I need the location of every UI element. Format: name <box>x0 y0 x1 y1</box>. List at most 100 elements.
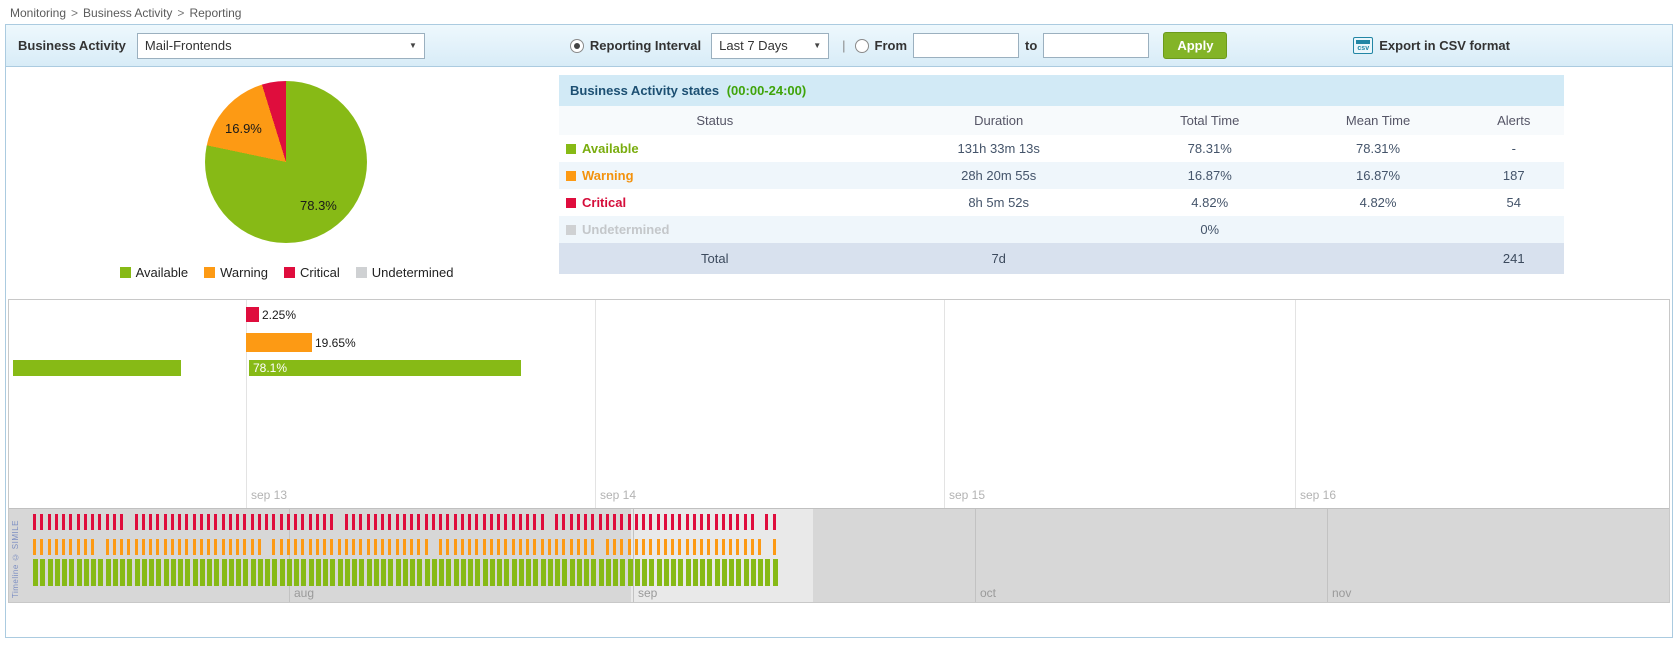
overview-tick-available <box>736 559 741 586</box>
overview-tick-critical <box>156 514 159 530</box>
to-date-input[interactable] <box>1043 33 1149 58</box>
overview-tick-available <box>519 559 524 586</box>
overview-tick-available <box>548 559 553 586</box>
overview-tick-critical <box>475 514 478 530</box>
overview-tick-warning <box>381 539 384 555</box>
custom-period-radio[interactable] <box>855 39 869 53</box>
overview-tick-warning <box>280 539 283 555</box>
overview-tick-critical <box>265 514 268 530</box>
overview-tick-critical <box>657 514 660 530</box>
states-table-title-text: Business Activity states <box>570 83 719 98</box>
mean-time-cell: 16.87% <box>1293 162 1464 189</box>
overview-tick-available <box>367 559 372 586</box>
table-row: Warning28h 20m 55s16.87%16.87%187 <box>559 162 1564 189</box>
overview-tick-available <box>301 559 306 586</box>
column-header-status: Status <box>559 106 871 135</box>
apply-button[interactable]: Apply <box>1163 32 1227 59</box>
status-color-icon <box>566 144 576 154</box>
export-csv-link[interactable]: csv Export in CSV format <box>1353 37 1510 54</box>
overview-tick-critical <box>381 514 384 530</box>
overview-tick-available <box>570 559 575 586</box>
from-date-input[interactable] <box>913 33 1019 58</box>
overview-tick-available <box>127 559 132 586</box>
reporting-interval-radio[interactable] <box>570 39 584 53</box>
legend-color-icon <box>204 267 215 278</box>
overview-tick-available <box>214 559 219 586</box>
overview-tick-warning <box>236 539 239 555</box>
overview-tick-critical <box>33 514 36 530</box>
toolbar-separator: | <box>842 38 845 53</box>
overview-tick-warning <box>736 539 739 555</box>
overview-tick-warning <box>243 539 246 555</box>
overview-tick-critical <box>48 514 51 530</box>
timeline-bar-value: 2.25% <box>262 309 296 321</box>
overview-tick-critical <box>236 514 239 530</box>
overview-tick-critical <box>113 514 116 530</box>
total-time-cell: 78.31% <box>1127 135 1293 162</box>
overview-tick-available <box>243 559 248 586</box>
legend-item-critical: Critical <box>284 265 340 280</box>
overview-tick-available <box>33 559 38 586</box>
business-activity-select[interactable]: Mail-Frontends ▼ <box>137 33 425 59</box>
toolbar: Business Activity Mail-Frontends ▼ Repor… <box>6 25 1672 67</box>
overview-tick-warning <box>591 539 594 555</box>
timeline-bar-available-left[interactable] <box>13 360 181 376</box>
overview-tick-critical <box>77 514 80 530</box>
timeline-overview-band[interactable]: augsepoctnov <box>9 508 1669 603</box>
overview-tick-available <box>758 559 763 586</box>
overview-tick-available <box>185 559 190 586</box>
overview-tick-warning <box>649 539 652 555</box>
overview-tick-warning <box>519 539 522 555</box>
pie-value-label: 78.3% <box>300 198 337 213</box>
status-color-icon <box>566 171 576 181</box>
overview-tick-available <box>562 559 567 586</box>
mean-time-cell: 78.31% <box>1293 135 1464 162</box>
overview-tick-available <box>526 559 531 586</box>
overview-tick-critical <box>671 514 674 530</box>
overview-tick-available <box>490 559 495 586</box>
overview-tick-critical <box>359 514 362 530</box>
timeline-bar-warning[interactable] <box>246 333 312 352</box>
timeline-bar-critical[interactable] <box>246 307 259 322</box>
overview-tick-warning <box>403 539 406 555</box>
legend-item-available: Available <box>120 265 189 280</box>
overview-tick-available <box>91 559 96 586</box>
timeline-bar-available[interactable] <box>249 360 521 376</box>
legend-label: Warning <box>220 265 268 280</box>
overview-tick-critical <box>584 514 587 530</box>
month-gridline <box>1327 509 1328 603</box>
breadcrumb-business-activity[interactable]: Business Activity <box>83 6 172 20</box>
overview-tick-critical <box>120 514 123 530</box>
overview-tick-critical <box>526 514 529 530</box>
overview-tick-critical <box>330 514 333 530</box>
overview-tick-critical <box>541 514 544 530</box>
overview-tick-critical <box>736 514 739 530</box>
overview-tick-warning <box>497 539 500 555</box>
bottom-spacer <box>6 603 1672 637</box>
timeline-main-band[interactable]: sep 13sep 14sep 15sep 162.25%19.65%78.1% <box>9 300 1669 508</box>
overview-tick-warning <box>374 539 377 555</box>
column-header-total-time: Total Time <box>1127 106 1293 135</box>
overview-tick-critical <box>461 514 464 530</box>
overview-tick-critical <box>700 514 703 530</box>
overview-tick-warning <box>533 539 536 555</box>
overview-tick-critical <box>258 514 261 530</box>
reporting-interval-select[interactable]: Last 7 Days ▼ <box>711 33 829 59</box>
overview-tick-available <box>417 559 422 586</box>
status-cell: Available <box>559 135 871 162</box>
column-header-duration: Duration <box>871 106 1127 135</box>
overview-tick-critical <box>106 514 109 530</box>
breadcrumb-monitoring[interactable]: Monitoring <box>10 6 66 20</box>
overview-tick-warning <box>69 539 72 555</box>
mean-time-cell <box>1293 216 1464 243</box>
overview-tick-critical <box>686 514 689 530</box>
overview-tick-critical <box>620 514 623 530</box>
overview-tick-available <box>40 559 45 586</box>
overview-tick-available <box>577 559 582 586</box>
overview-tick-warning <box>686 539 689 555</box>
breadcrumb-reporting[interactable]: Reporting <box>189 6 241 20</box>
total-duration: 7d <box>871 243 1127 274</box>
overview-tick-available <box>678 559 683 586</box>
legend-color-icon <box>356 267 367 278</box>
overview-tick-available <box>599 559 604 586</box>
